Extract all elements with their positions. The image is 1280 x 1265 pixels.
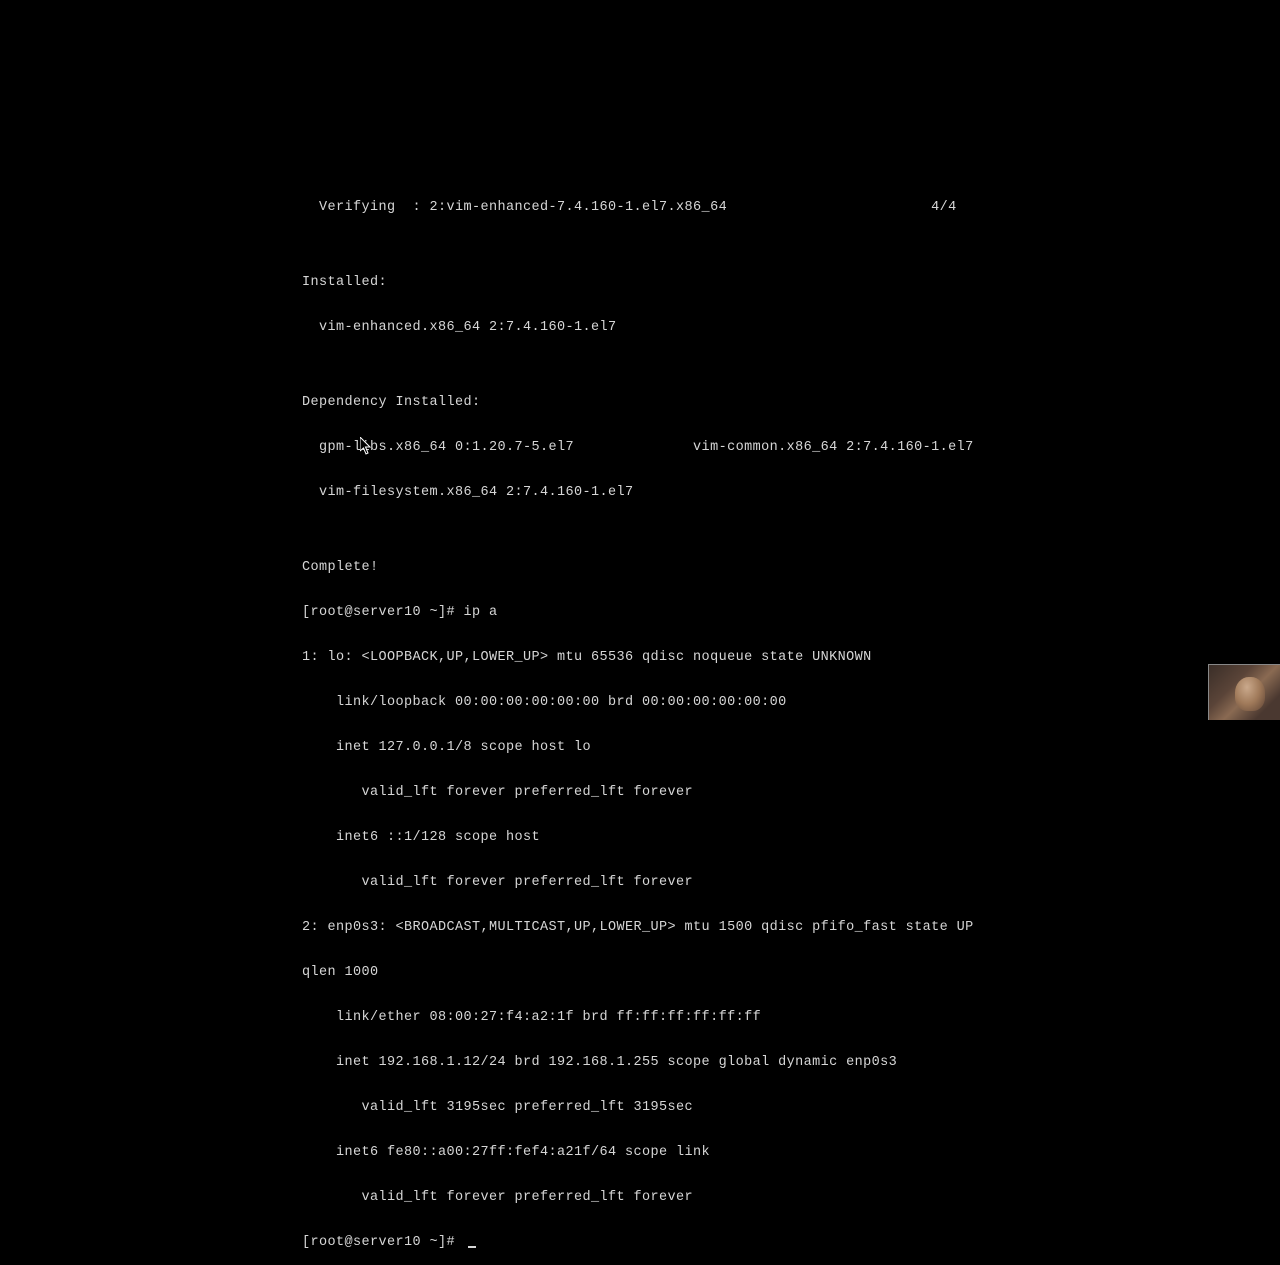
webcam-overlay	[1208, 664, 1280, 720]
line: inet6 fe80::a00:27ff:fef4:a21f/64 scope …	[302, 1145, 982, 1160]
cursor-icon	[468, 1246, 476, 1248]
line: vim-filesystem.x86_64 2:7.4.160-1.el7	[302, 485, 982, 500]
line: Installed:	[302, 275, 982, 290]
prompt-line[interactable]: [root@server10 ~]#	[302, 1235, 982, 1250]
line: 1: lo: <LOOPBACK,UP,LOWER_UP> mtu 65536 …	[302, 650, 982, 665]
line: valid_lft forever preferred_lft forever	[302, 1190, 982, 1205]
line: inet6 ::1/128 scope host	[302, 830, 982, 845]
line: valid_lft forever preferred_lft forever	[302, 875, 982, 890]
line: vim-enhanced.x86_64 2:7.4.160-1.el7	[302, 320, 982, 335]
line: Verifying : 2:vim-enhanced-7.4.160-1.el7…	[302, 200, 982, 215]
line: gpm-libs.x86_64 0:1.20.7-5.el7 vim-commo…	[302, 440, 982, 455]
line: valid_lft forever preferred_lft forever	[302, 785, 982, 800]
line: link/loopback 00:00:00:00:00:00 brd 00:0…	[302, 695, 982, 710]
line: inet 192.168.1.12/24 brd 192.168.1.255 s…	[302, 1055, 982, 1070]
line: link/ether 08:00:27:f4:a2:1f brd ff:ff:f…	[302, 1010, 982, 1025]
line: 2: enp0s3: <BROADCAST,MULTICAST,UP,LOWER…	[302, 920, 982, 935]
line: valid_lft 3195sec preferred_lft 3195sec	[302, 1100, 982, 1115]
line: Dependency Installed:	[302, 395, 982, 410]
line: Complete!	[302, 560, 982, 575]
line: [root@server10 ~]# ip a	[302, 605, 982, 620]
line: qlen 1000	[302, 965, 982, 980]
terminal-output[interactable]: Verifying : 2:vim-enhanced-7.4.160-1.el7…	[302, 170, 982, 1265]
shell-prompt: [root@server10 ~]#	[302, 1235, 464, 1250]
line: inet 127.0.0.1/8 scope host lo	[302, 740, 982, 755]
